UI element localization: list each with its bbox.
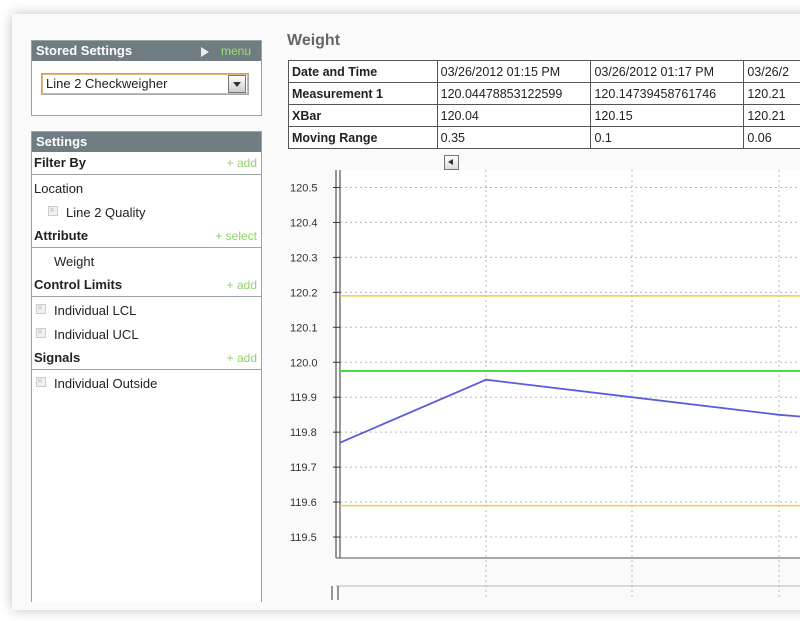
control-limits-label: Control Limits — [34, 277, 123, 292]
table-cell: 120.15 — [590, 104, 745, 127]
filter-item-label: Line 2 Quality — [66, 205, 146, 220]
remove-checkbox-icon[interactable] — [36, 297, 46, 321]
table-row: XBar 120.04 120.15 120.21 — [288, 104, 800, 127]
filter-by-label: Filter By — [34, 155, 87, 170]
row-header: XBar — [288, 104, 438, 127]
stored-settings-select[interactable]: Line 2 Checkweigher — [41, 73, 249, 95]
table-row: Moving Range 0.35 0.1 0.06 — [288, 126, 800, 149]
table-row: Measurement 1 120.04478853122599 120.147… — [288, 82, 800, 105]
data-point — [485, 378, 487, 381]
table-cell: 120.14739458761746 — [590, 82, 745, 105]
table-cell: 0.1 — [590, 126, 745, 149]
stored-settings-panel: Stored Settings menu Line 2 Checkweigher — [31, 40, 262, 116]
remove-checkbox-icon[interactable] — [36, 321, 46, 345]
stored-settings-title: Stored Settings — [36, 43, 133, 58]
y-tick-label: 120.4 — [290, 217, 318, 229]
control-limits-add-link[interactable]: + add — [227, 274, 257, 296]
remove-checkbox-icon[interactable] — [36, 370, 46, 394]
control-limit-label: Individual LCL — [54, 303, 137, 318]
stored-settings-header: Stored Settings menu — [32, 41, 261, 61]
menu-link[interactable]: menu — [200, 41, 251, 61]
filter-item[interactable]: Line 2 Quality — [32, 199, 261, 225]
row-header: Measurement 1 — [288, 82, 438, 105]
control-limits-section: Control Limits + add — [32, 274, 261, 297]
attribute-select-link[interactable]: + select — [215, 225, 257, 247]
y-tick-label: 119.5 — [290, 532, 317, 544]
table-cell: 03/26/2012 01:15 PM — [436, 60, 592, 83]
control-limit-item[interactable]: Individual LCL — [32, 297, 261, 323]
table-cell: 120.21 — [743, 104, 800, 127]
y-tick-label: 119.6 — [290, 497, 317, 509]
table-cell: 0.35 — [436, 126, 592, 149]
settings-title: Settings — [36, 134, 88, 149]
row-header: Moving Range — [288, 126, 438, 149]
data-point — [777, 413, 779, 416]
chevron-down-icon[interactable] — [228, 75, 246, 93]
y-tick-label: 120.5 — [290, 182, 318, 194]
filter-add-link[interactable]: + add — [227, 152, 257, 174]
location-group: Location — [32, 177, 261, 201]
y-tick-label: 120.3 — [290, 252, 318, 264]
remove-checkbox-icon[interactable] — [48, 199, 58, 223]
table-cell: 120.04478853122599 — [436, 82, 592, 105]
signal-label: Individual Outside — [54, 376, 158, 391]
measurement-table: Date and Time 03/26/2012 01:15 PM 03/26/… — [288, 60, 800, 149]
table-cell: 0.06 — [743, 126, 800, 149]
signals-label: Signals — [34, 350, 81, 365]
location-label: Location — [34, 181, 84, 196]
play-arrow-icon — [200, 46, 209, 57]
y-tick-label: 120.1 — [290, 322, 318, 334]
plot-area — [340, 170, 800, 558]
table-cell: 03/26/2 — [743, 60, 800, 83]
y-tick-label: 119.8 — [290, 427, 317, 439]
control-limit-label: Individual UCL — [54, 327, 139, 342]
y-tick-label: 120.2 — [290, 287, 318, 299]
stored-settings-selected: Line 2 Checkweigher — [46, 76, 168, 91]
settings-panel: Settings Filter By + add Location Line 2… — [31, 131, 262, 602]
signals-section: Signals + add — [32, 347, 261, 370]
attribute-value: Weight — [32, 250, 261, 274]
attribute-section: Attribute + select — [32, 225, 261, 248]
y-tick-label: 119.9 — [290, 392, 317, 404]
data-point — [339, 441, 341, 444]
control-chart: 120.5 120.4 120.3 120.2 120.1 120.0 119.9 119.8… — [290, 170, 800, 600]
signal-item[interactable]: Individual Outside — [32, 370, 261, 396]
row-header: Date and Time — [288, 60, 438, 83]
signals-add-link[interactable]: + add — [227, 347, 257, 369]
table-cell: 03/26/2012 01:17 PM — [590, 60, 745, 83]
table-cell: 120.21 — [743, 82, 800, 105]
y-tick-label: 120.0 — [290, 357, 318, 369]
control-limit-item[interactable]: Individual UCL — [32, 321, 261, 347]
table-row: Date and Time 03/26/2012 01:15 PM 03/26/… — [288, 60, 800, 83]
page-title: Weight — [287, 32, 341, 49]
menu-label: menu — [220, 44, 251, 58]
filter-by-section: Filter By + add — [32, 152, 261, 175]
settings-header: Settings — [32, 132, 261, 152]
y-tick-label: 119.7 — [290, 462, 317, 474]
table-cell: 120.04 — [436, 104, 592, 127]
attribute-value-label: Weight — [54, 254, 95, 269]
attribute-label: Attribute — [34, 228, 89, 243]
